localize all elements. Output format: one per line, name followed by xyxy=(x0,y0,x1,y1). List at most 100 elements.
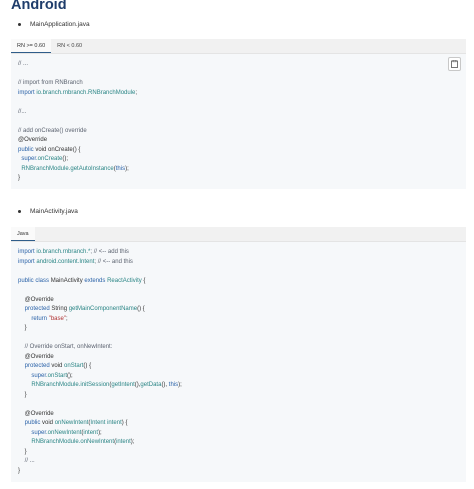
code-token: this xyxy=(168,382,179,388)
code-token: void xyxy=(51,363,65,369)
code-token: .onStart xyxy=(46,372,68,379)
code-token: public xyxy=(18,277,36,284)
code-token: .onNewIntent xyxy=(78,439,115,445)
code-token: intent xyxy=(83,429,99,436)
code-line: @Override xyxy=(18,353,54,363)
code-line: // import from RNBranch xyxy=(18,79,83,89)
code-token: (), xyxy=(161,382,169,388)
code-line: public void onNewIntent(Intent intent) { xyxy=(18,419,128,429)
code-token: //... xyxy=(18,108,27,115)
code-line: import io.branch.rnbranch.RNBranchModule… xyxy=(18,89,137,99)
code-token: public xyxy=(18,146,36,153)
code-token: onNewIntent xyxy=(54,420,89,426)
code-line: // ... xyxy=(18,457,35,467)
code-line: // add onCreate() override xyxy=(18,127,87,137)
code-token: MainActivity xyxy=(50,277,85,284)
code-token: protected xyxy=(18,363,52,369)
code-token: android.content.Intent xyxy=(36,258,95,265)
code-token: } xyxy=(18,467,21,474)
code-token: void xyxy=(42,420,55,426)
code-token: intent xyxy=(116,439,131,445)
code-line: super.onNewIntent(intent); xyxy=(18,429,102,439)
bullet-dot xyxy=(18,210,21,213)
copy-button[interactable] xyxy=(448,57,461,71)
code-token: getData xyxy=(140,382,162,388)
code-token: intent xyxy=(107,420,122,426)
code-token: { xyxy=(141,277,146,284)
bullet-label: MainApplication.java xyxy=(30,21,90,28)
code-token: // add onCreate() override xyxy=(18,127,87,134)
bullet-label: MainActivity.java xyxy=(30,208,78,215)
code-line: } xyxy=(18,324,27,334)
code-line: } xyxy=(18,391,27,401)
code-token: import xyxy=(18,249,37,255)
bullet-dot xyxy=(18,23,21,26)
code-token: io.branch.rnbranch.* xyxy=(36,249,91,255)
code-token: super xyxy=(18,372,47,379)
code-line: } xyxy=(18,448,27,458)
code-line: public void onCreate() { xyxy=(18,146,80,156)
code-token: ; xyxy=(135,89,138,96)
code-line: RNBranchModule.initSession(getIntent(),g… xyxy=(18,381,182,391)
code-token: () { xyxy=(83,363,92,369)
code-line: import io.branch.rnbranch.*; // <-- add … xyxy=(18,248,129,258)
code-token: import xyxy=(18,89,37,96)
code-line: return "base"; xyxy=(18,315,68,325)
code-line: @Override xyxy=(18,410,54,420)
code-token: @Override xyxy=(18,296,54,303)
code-token: RNBranchModule xyxy=(18,439,79,445)
code-token: () { xyxy=(72,146,81,153)
tab-rn-gte-060[interactable]: RN >= 0.60 xyxy=(11,39,52,53)
code-token: ); xyxy=(178,382,182,388)
code-token: import xyxy=(18,258,37,265)
code-token: // import from RNBranch xyxy=(18,80,83,86)
copy-icon xyxy=(451,60,458,68)
code-token: public xyxy=(18,420,43,426)
code-line: // ... xyxy=(18,60,28,70)
code-token: onCreate xyxy=(48,146,73,153)
code-token: ; // <-- add this xyxy=(90,249,129,255)
code-line: // Override onStart, onNewIntent: xyxy=(18,343,113,353)
code-token: ; xyxy=(65,315,68,322)
code-token: ) { xyxy=(121,420,128,426)
code-token: ; // <-- and this xyxy=(94,258,133,265)
code-line: //... xyxy=(18,108,26,118)
code-token: } xyxy=(18,448,27,455)
code-token: ); xyxy=(98,429,102,436)
code-line: RNBranchModule.getAutoInstance(this); xyxy=(18,165,128,175)
code-token: // Override onStart, onNewIntent: xyxy=(18,344,113,350)
code-line: @Override xyxy=(18,136,47,146)
code-token: // ... xyxy=(18,458,35,464)
code-token: } xyxy=(18,175,21,181)
code-token: getMainComponentName xyxy=(68,306,138,312)
code-token: onStart xyxy=(64,363,84,369)
code-block-main-application: // ... // import from RNBranch import io.b… xyxy=(11,54,466,189)
tab-rn-lt-060[interactable]: RN < 0.60 xyxy=(51,39,88,53)
code-token: super xyxy=(18,429,47,436)
code-line: protected String getMainComponentName() … xyxy=(18,305,145,315)
code-line: public class MainActivity extends ReactA… xyxy=(18,277,145,287)
code-token: Intent xyxy=(90,420,108,426)
code-token: RNBranchModule xyxy=(18,165,69,172)
code-line: import android.content.Intent; // <-- an… xyxy=(18,258,133,268)
page-title: Android xyxy=(11,0,67,13)
code-line: super.onCreate(); xyxy=(18,155,68,165)
bullet-main-activity: MainActivity.java xyxy=(18,208,78,215)
code-token: .getAutoInstance xyxy=(68,165,114,172)
code-token: super xyxy=(18,156,37,162)
code-token: @Override xyxy=(18,137,48,143)
code-line: } xyxy=(18,174,20,184)
tab-java[interactable]: Java xyxy=(11,227,35,241)
code-token: String xyxy=(51,306,69,312)
code-line: @Override xyxy=(18,296,54,306)
code-token: ReactActivity xyxy=(107,277,142,284)
tab-bar-main-activity: Java xyxy=(11,227,466,242)
code-token: @Override xyxy=(18,410,54,417)
code-token: ); xyxy=(130,439,135,445)
code-token: void xyxy=(35,146,49,153)
code-token: protected xyxy=(18,306,52,312)
code-line: protected void onStart() { xyxy=(18,362,91,372)
code-token: class xyxy=(35,277,51,284)
code-token: .onNewIntent xyxy=(46,429,82,436)
code-token: } xyxy=(18,391,27,398)
